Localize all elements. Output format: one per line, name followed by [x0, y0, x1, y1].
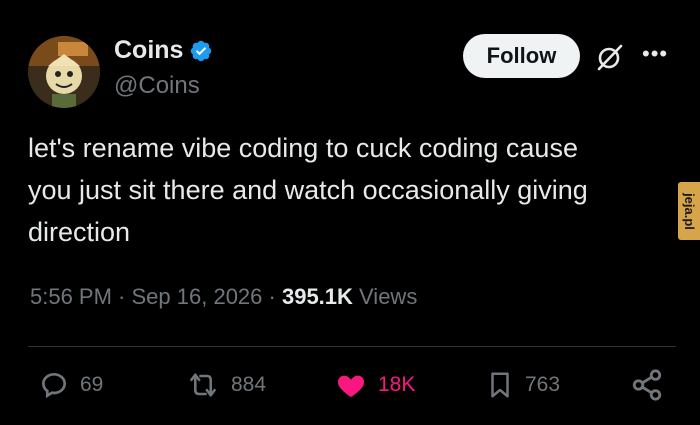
like-icon	[337, 375, 365, 397]
avatar[interactable]	[28, 36, 100, 108]
follow-button[interactable]: Follow	[463, 34, 580, 78]
reply-count: 69	[80, 373, 104, 396]
tweet-time[interactable]: 5:56 PM	[30, 284, 112, 309]
views-label: Views	[352, 284, 418, 309]
like-button[interactable]: 18K	[334, 368, 415, 402]
divider	[28, 346, 676, 347]
share-button[interactable]	[630, 368, 664, 402]
repost-icon	[190, 373, 216, 397]
author-name[interactable]: Coins	[114, 36, 183, 65]
grok-icon[interactable]	[595, 42, 625, 72]
more-icon[interactable]: •••	[642, 41, 668, 67]
author-handle[interactable]: @Coins	[114, 72, 200, 100]
reply-icon	[41, 372, 67, 399]
meta-separator: ·	[111, 284, 132, 309]
tweet-date[interactable]: Sep 16, 2026	[132, 284, 263, 309]
bookmark-count: 763	[525, 373, 561, 396]
verified-badge-icon	[191, 40, 212, 61]
views-count: 395.1K	[281, 284, 353, 309]
tweet-meta: 5:56 PM · Sep 16, 2026 · 395.1K Views	[30, 284, 417, 310]
bookmark-button[interactable]: 763	[485, 368, 560, 402]
repost-count: 884	[231, 373, 267, 396]
like-count: 18K	[378, 373, 416, 396]
watermark-text: jeja.pl	[681, 192, 697, 230]
repost-button[interactable]: 884	[185, 368, 266, 402]
author-name-row[interactable]: Coins	[114, 36, 213, 65]
share-icon	[632, 369, 662, 401]
watermark-badge: jeja.pl	[678, 182, 700, 240]
reply-button[interactable]: 69	[38, 368, 103, 402]
tweet-text: let's rename vibe coding to cuck coding …	[28, 133, 588, 247]
bookmark-icon	[491, 372, 509, 398]
meta-separator: ·	[262, 284, 282, 309]
